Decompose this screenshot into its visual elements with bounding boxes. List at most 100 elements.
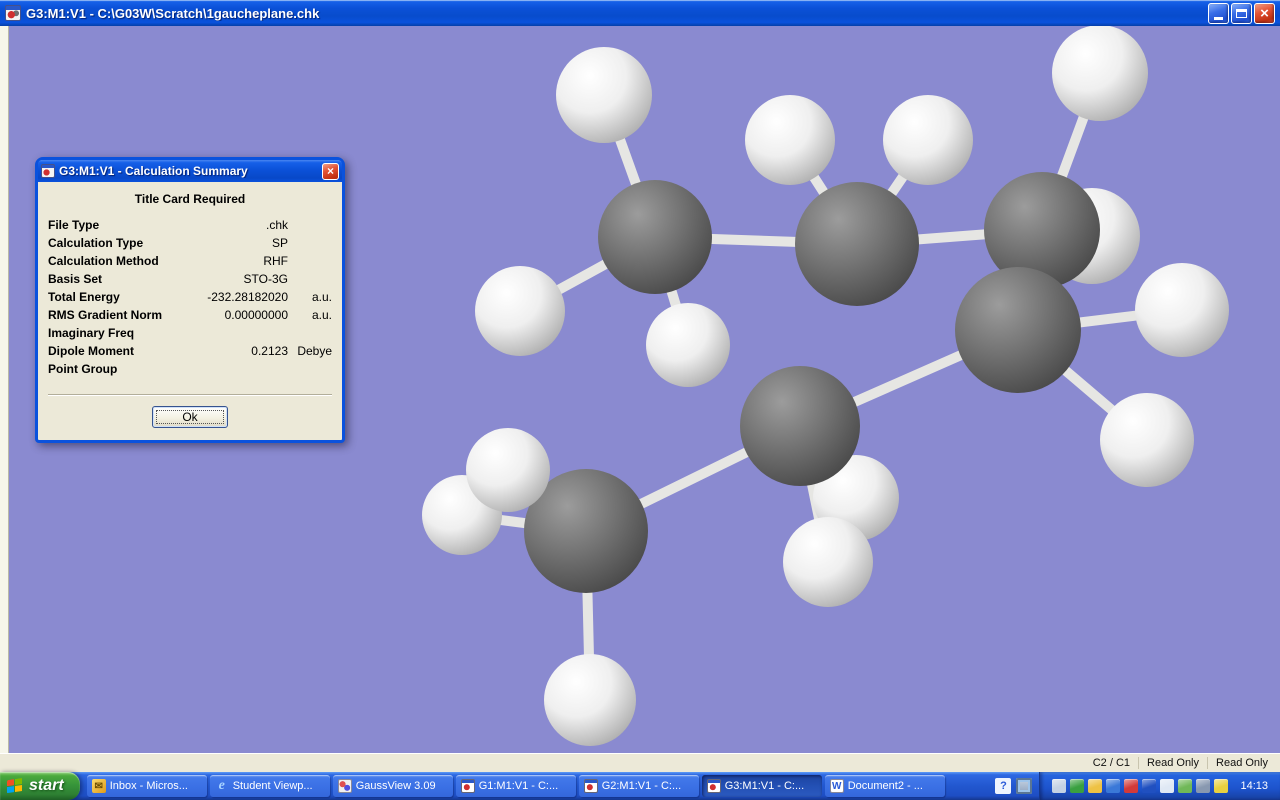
task-label: G1:M1:V1 - C:... (478, 780, 559, 792)
status-atom-selection: C2 / C1 (1092, 757, 1131, 769)
status-bar: C2 / C1 Read Only Read Only (0, 753, 1280, 772)
carbon-atom[interactable] (795, 182, 919, 306)
dialog-title: G3:M1:V1 - Calculation Summary (59, 164, 248, 178)
hydrogen-atom[interactable] (783, 517, 873, 607)
task-label: G2:M1:V1 - C:... (601, 780, 682, 792)
hydrogen-atom[interactable] (745, 95, 835, 185)
summary-value: STO-3G (243, 272, 288, 286)
summary-label: File Type (48, 218, 100, 232)
gaussview-doc-icon (460, 779, 475, 793)
summary-row: Imaginary Freq (48, 324, 332, 342)
restore-button[interactable] (1231, 2, 1252, 24)
taskbar-button[interactable]: ✉ Inbox - Micros... (86, 775, 207, 797)
display-icon[interactable] (1196, 779, 1211, 793)
hydrogen-atom[interactable] (1135, 263, 1229, 357)
taskbar-buttons: ✉ Inbox - Micros... e Student Viewp... Gauss… (80, 772, 989, 800)
summary-label: Dipole Moment (48, 344, 134, 358)
status-readonly-2: Read Only (1207, 757, 1276, 769)
molecule-viewport[interactable]: G3:M1:V1 - Calculation Summary × Title C… (0, 26, 1280, 753)
dialog-body: Title Card Required File Type .chk Calcula… (38, 182, 342, 440)
carbon-atom[interactable] (598, 180, 712, 294)
usb-device-icon[interactable] (1052, 779, 1067, 793)
minimize-icon (1214, 16, 1223, 20)
hydrogen-atom[interactable] (475, 266, 565, 356)
minimize-button[interactable] (1208, 2, 1229, 24)
carbon-atom[interactable] (955, 267, 1081, 393)
task-label: Document2 - ... (847, 780, 923, 792)
summary-unit: a.u. (311, 290, 332, 304)
help-icon[interactable]: ? (995, 778, 1012, 794)
hydrogen-atom[interactable] (556, 47, 652, 143)
summary-label: Imaginary Freq (48, 326, 135, 340)
taskbar-button[interactable]: G3:M1:V1 - C:... (701, 775, 822, 797)
dialog-close-button[interactable]: × (322, 162, 339, 180)
word-icon: W (829, 779, 844, 793)
summary-unit: a.u. (311, 308, 332, 322)
hydrogen-atom[interactable] (466, 428, 550, 512)
tray-icons (1052, 779, 1229, 793)
antivirus-icon[interactable] (1124, 779, 1139, 793)
calculation-summary-dialog: G3:M1:V1 - Calculation Summary × Title C… (35, 157, 345, 443)
start-label: start (29, 777, 64, 794)
summary-value: 0.00000000 (224, 308, 288, 322)
taskbar-button[interactable]: e Student Viewp... (209, 775, 330, 797)
window-controls: × (1208, 2, 1275, 24)
start-button[interactable]: start (0, 772, 80, 800)
summary-label: Calculation Method (48, 254, 159, 268)
summary-row: RMS Gradient Norm 0.00000000 a.u. (48, 306, 332, 324)
gaussview-icon (337, 779, 352, 793)
summary-value: -232.28182020 (207, 290, 288, 304)
hydrogen-atom[interactable] (646, 303, 730, 387)
summary-row: Dipole Moment 0.2123 Debye (48, 342, 332, 360)
taskbar-button[interactable]: W Document2 - ... (824, 775, 945, 797)
summary-row: File Type .chk (48, 216, 332, 234)
network-icon[interactable] (1106, 779, 1121, 793)
taskbar-mini-toolbar: ? (988, 772, 1039, 800)
mail-notify-icon[interactable] (1088, 779, 1103, 793)
ok-button[interactable]: Ok (152, 406, 228, 428)
volume-icon[interactable] (1160, 779, 1175, 793)
gaussview-doc-icon (706, 779, 721, 793)
taskbar-button[interactable]: G2:M1:V1 - C:... (578, 775, 699, 797)
task-label: GaussView 3.09 (355, 780, 436, 792)
battery-icon[interactable] (1178, 779, 1193, 793)
dialog-titlebar[interactable]: G3:M1:V1 - Calculation Summary × (38, 160, 342, 182)
summary-unit: Debye (297, 344, 332, 358)
summary-value: RHF (263, 254, 288, 268)
hydrogen-atom[interactable] (544, 654, 636, 746)
dialog-separator (48, 394, 332, 396)
ie-icon: e (218, 778, 225, 793)
window-title: G3:M1:V1 - C:\G03W\Scratch\1gaucheplane.… (26, 5, 320, 21)
bluetooth-icon[interactable] (1142, 779, 1157, 793)
summary-label: Calculation Type (48, 236, 144, 250)
hydrogen-atom[interactable] (883, 95, 973, 185)
calculation-summary-table: File Type .chk Calculation Type SP Calculati… (48, 216, 332, 378)
outlook-icon: ✉ (91, 779, 106, 793)
security-icon[interactable] (1214, 779, 1229, 793)
system-tray: 14:13 (1039, 772, 1280, 800)
summary-row: Basis Set STO-3G (48, 270, 332, 288)
carbon-atom[interactable] (740, 366, 860, 486)
display-settings-icon[interactable] (1016, 778, 1033, 794)
task-label: G3:M1:V1 - C:... (724, 780, 805, 792)
taskbar-button[interactable]: G1:M1:V1 - C:... (455, 775, 576, 797)
dialog-app-icon (41, 164, 55, 178)
summary-row: Point Group (48, 360, 332, 378)
summary-value: 0.2123 (251, 344, 288, 358)
summary-label: Basis Set (48, 272, 103, 286)
windows-flag-icon (7, 777, 23, 795)
summary-row: Calculation Method RHF (48, 252, 332, 270)
summary-value: .chk (265, 218, 288, 232)
dialog-heading: Title Card Required (134, 192, 246, 206)
summary-label: RMS Gradient Norm (48, 308, 163, 322)
messenger-icon[interactable] (1070, 779, 1085, 793)
hydrogen-atom[interactable] (1100, 393, 1194, 487)
clock: 14:13 (1240, 780, 1268, 792)
hydrogen-atom[interactable] (1052, 26, 1148, 121)
gaussview-app-icon (5, 5, 21, 21)
window-titlebar: G3:M1:V1 - C:\G03W\Scratch\1gaucheplane.… (0, 0, 1280, 26)
close-button[interactable]: × (1254, 2, 1275, 24)
taskbar-button[interactable]: GaussView 3.09 (332, 775, 453, 797)
restore-icon (1236, 8, 1247, 18)
summary-row: Calculation Type SP (48, 234, 332, 252)
